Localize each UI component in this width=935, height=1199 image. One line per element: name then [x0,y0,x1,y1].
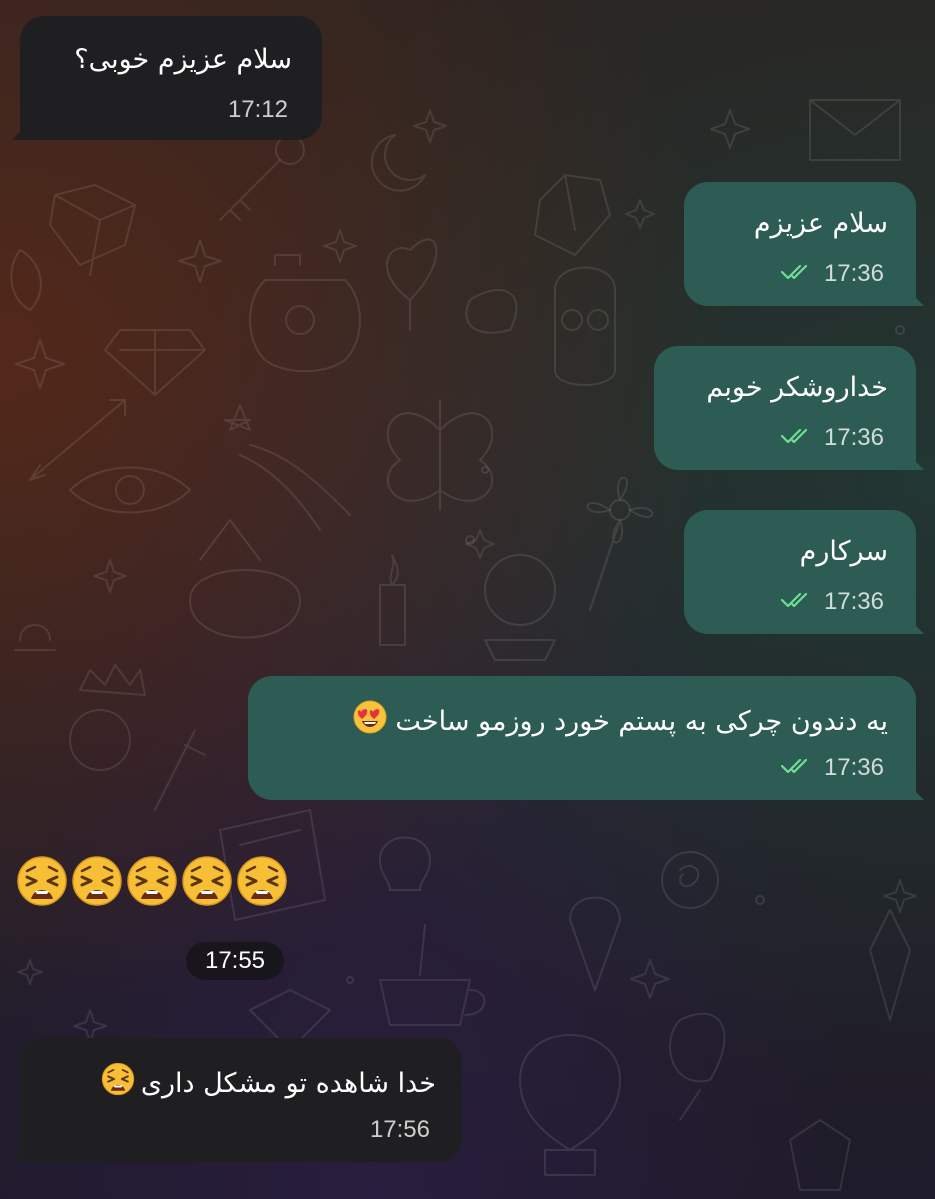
message-text: خداروشکر خوبم [706,372,888,403]
message-time: 17:56 [369,1116,430,1143]
message-text: سلام عزیزم [753,208,888,239]
weary-face-emoji-icon [101,1062,135,1106]
heart-eyes-emoji-icon [353,700,387,744]
message-meta: 17:36 [780,754,884,782]
double-check-icon [780,263,810,285]
message-meta: 17:56 [370,1116,430,1144]
weary-face-emoji-icon [16,855,68,911]
double-check-icon [780,591,810,613]
message-text: یه دندون چرکی به پستم خورد روزمو ساخت [395,706,888,737]
message-time: 17:36 [823,588,884,615]
message-bubble-outgoing[interactable]: یه دندون چرکی به پستم خورد روزمو ساخت 17… [248,676,924,800]
message-bubble-outgoing[interactable]: خداروشکر خوبم 17:36 [654,346,924,470]
message-bubble-outgoing[interactable]: سلام عزیزم 17:36 [684,182,924,306]
message-content: خدا شاهده تو مشکل داری [101,1062,436,1106]
message-meta: 17:12 [228,96,288,124]
message-text: سلام عزیزم خوبی؟ [74,44,292,75]
message-time: 17:36 [823,754,884,781]
double-check-icon [780,427,810,449]
message-meta: 17:36 [780,424,884,452]
message-bubble-outgoing[interactable]: سرکارم 17:36 [684,510,924,634]
weary-face-emoji-icon [71,855,123,911]
message-bubble-incoming[interactable]: سلام عزیزم خوبی؟ 17:12 [12,16,322,140]
message-time: 17:55 [186,942,284,980]
message-meta: 17:36 [780,588,884,616]
message-bubble-incoming[interactable]: خدا شاهده تو مشکل داری 17:56 [12,1038,462,1162]
weary-face-emoji-icon [236,855,288,911]
weary-face-emoji-icon [126,855,178,911]
double-check-icon [780,757,810,779]
message-time: 17:12 [227,96,288,123]
message-text: خدا شاهده تو مشکل داری [140,1068,436,1099]
message-time: 17:36 [823,260,884,287]
message-content: یه دندون چرکی به پستم خورد روزمو ساخت [353,700,888,744]
message-text: سرکارم [799,536,888,567]
message-time: 17:36 [823,424,884,451]
weary-face-emoji-icon [181,855,233,911]
emoji-only-message[interactable] [16,855,288,911]
message-meta: 17:36 [780,260,884,288]
